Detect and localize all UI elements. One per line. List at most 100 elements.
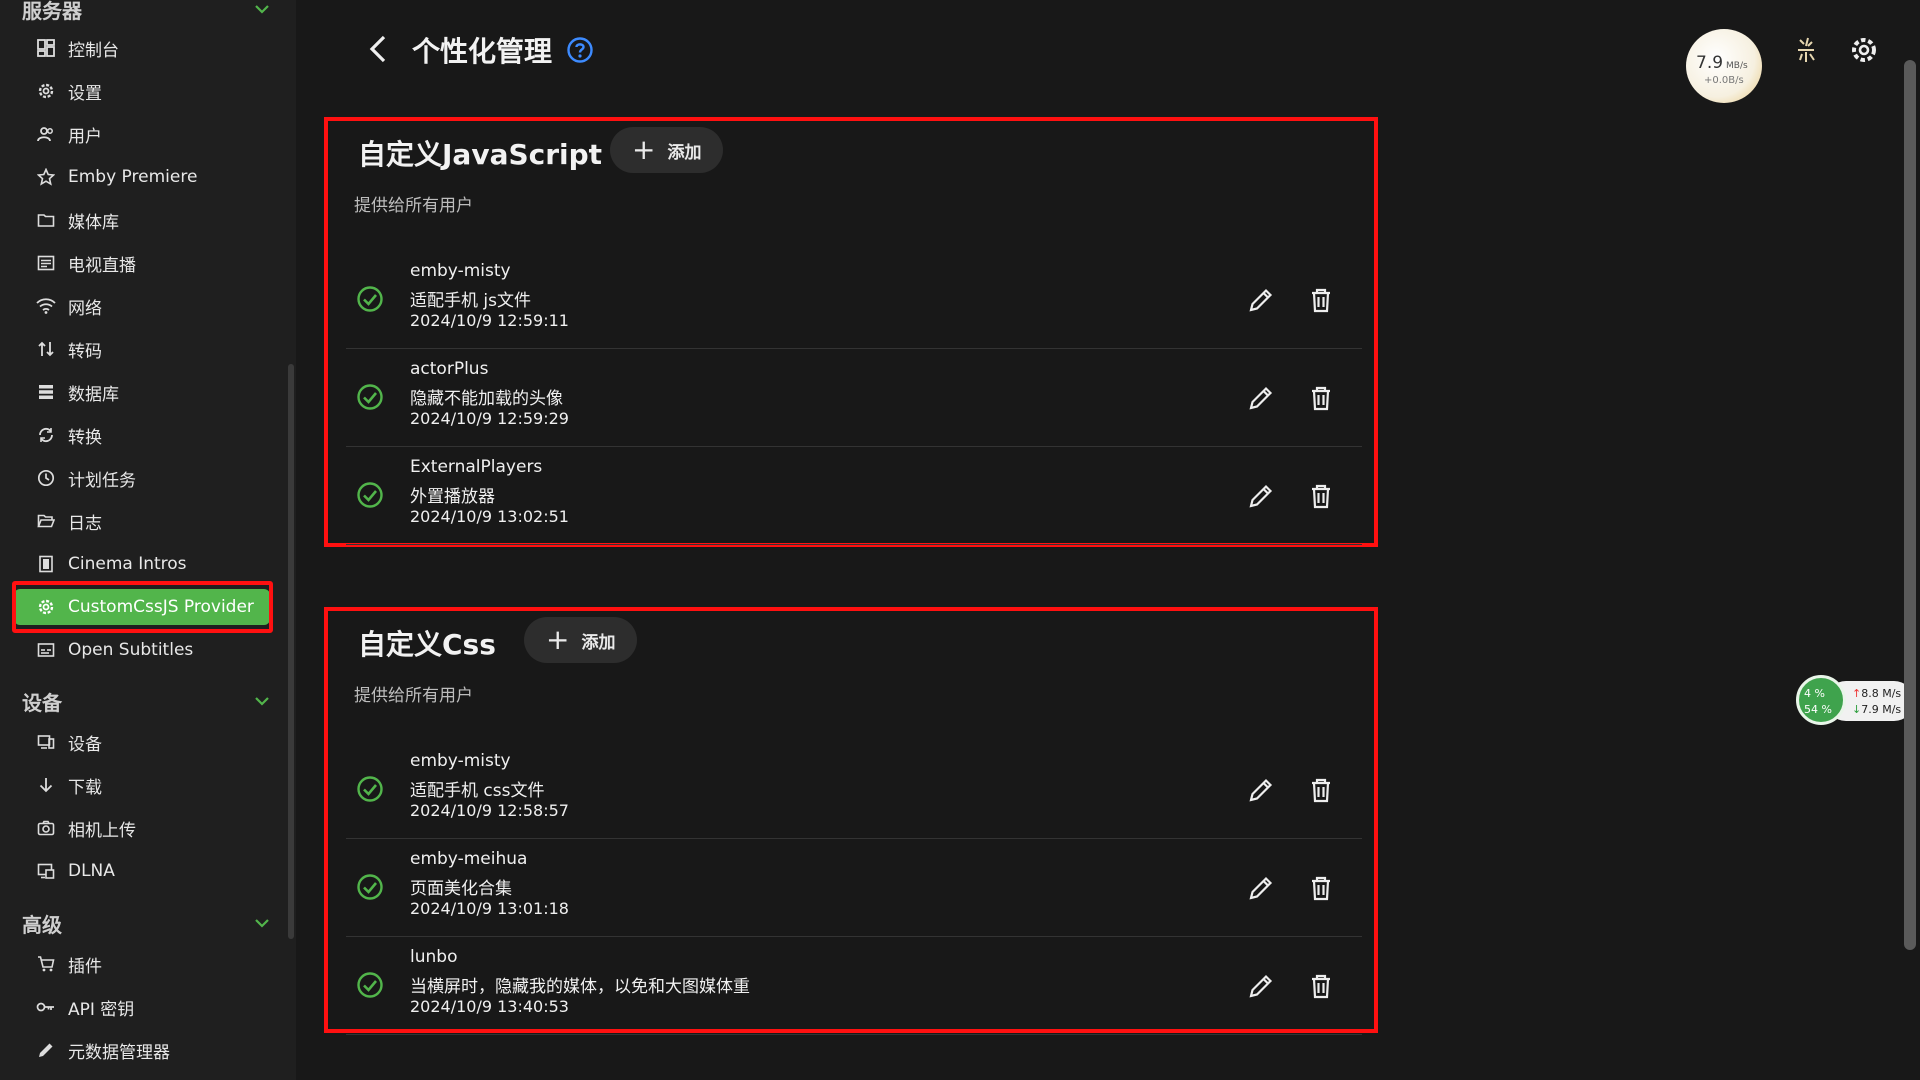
check-circle-icon[interactable] [356, 481, 384, 509]
sidebar-item-dlna[interactable]: DLNA [14, 853, 270, 889]
sidebar-item-camera-upload[interactable]: 相机上传 [14, 810, 270, 846]
check-circle-icon[interactable] [356, 285, 384, 313]
edit-pencil-icon[interactable] [1246, 481, 1276, 511]
sidebar-item-transcode[interactable]: 转码 [14, 331, 270, 367]
item-name: actorPlus [410, 359, 489, 379]
convert-icon [36, 425, 56, 445]
item-name: emby-meihua [410, 849, 528, 869]
sidebar-item-label: 数据库 [68, 384, 119, 405]
sidebar-item-label: 媒体库 [68, 212, 119, 233]
sidebar-item-library[interactable]: 媒体库 [14, 202, 270, 238]
item-description: 当横屏时，隐藏我的媒体，以免和大图媒体重 [410, 977, 750, 997]
chevron-down-icon [255, 5, 269, 14]
help-icon[interactable] [566, 36, 594, 64]
plus-icon: + [546, 623, 570, 656]
item-date: 2024/10/9 12:59:29 [410, 409, 569, 428]
sidebar-item-devices[interactable]: 设备 [14, 724, 270, 760]
item-name: emby-misty [410, 751, 511, 771]
edit-pencil-icon[interactable] [1246, 383, 1276, 413]
trash-icon[interactable] [1306, 873, 1336, 903]
download-speed: ↓7.9 M/s [1852, 703, 1901, 716]
sidebar-item-download[interactable]: 下载 [14, 767, 270, 803]
sidebar-item-plugins[interactable]: 插件 [14, 946, 270, 982]
devices-icon [36, 732, 56, 752]
check-circle-icon[interactable] [356, 873, 384, 901]
sidebar-item-live-tv[interactable]: 电视直播 [14, 245, 270, 281]
item-name: ExternalPlayers [410, 457, 543, 477]
arrow-down-icon: ↓ [1852, 703, 1862, 716]
sidebar-item-label: 设置 [68, 83, 102, 104]
sidebar-scrollbar[interactable] [288, 364, 294, 939]
chevron-down-icon [255, 697, 269, 706]
sidebar-item-users[interactable]: 用户 [14, 116, 270, 152]
sidebar-item-dashboard[interactable]: 控制台 [14, 30, 270, 66]
edit-pencil-icon[interactable] [1246, 873, 1276, 903]
add-button-label: 添加 [581, 632, 616, 653]
trash-icon[interactable] [1306, 971, 1336, 1001]
edit-pencil-icon[interactable] [1246, 971, 1276, 1001]
section-advanced[interactable]: 高级 [22, 908, 270, 938]
panel-custom-css: 自定义Css + 添加 提供给所有用户 emby-misty 适配手机 css文… [324, 607, 1378, 1035]
upload-speed: ↑8.8 M/s [1852, 687, 1901, 700]
item-description: 隐藏不能加载的头像 [410, 389, 563, 409]
add-javascript-button[interactable]: + 添加 [610, 127, 724, 173]
dlna-icon [36, 861, 56, 881]
sidebar-item-label: 网络 [68, 298, 102, 319]
sidebar-item-label: 电视直播 [68, 255, 136, 276]
sidebar-item-api-keys[interactable]: API 密钥 [14, 989, 270, 1025]
system-monitor-widget[interactable]: 4 % 54 % ↑8.8 M/s ↓7.9 M/s [1796, 673, 1914, 727]
sidebar-item-settings[interactable]: 设置 [14, 73, 270, 109]
check-circle-icon[interactable] [356, 383, 384, 411]
trash-icon[interactable] [1306, 383, 1336, 413]
speed-value: 7.9 [1696, 53, 1724, 73]
users-icon [36, 124, 56, 144]
usage-circle [1796, 675, 1846, 725]
sidebar-item-scheduled-tasks[interactable]: 计划任务 [14, 460, 270, 496]
sidebar-item-database[interactable]: 数据库 [14, 374, 270, 410]
panel-custom-javascript: 自定义JavaScript + 添加 提供给所有用户 emby-misty 适配… [324, 117, 1378, 547]
sidebar-item-label: 控制台 [68, 40, 119, 61]
sidebar-item-metadata-manager[interactable]: 元数据管理器 [14, 1032, 270, 1068]
gear-icon[interactable] [1848, 34, 1880, 66]
wifi-icon [36, 296, 56, 316]
key-icon [36, 997, 56, 1017]
trash-icon[interactable] [1306, 775, 1336, 805]
section-server[interactable]: 服务器 [22, 0, 270, 24]
sidebar-item-emby-premiere[interactable]: Emby Premiere [14, 159, 270, 195]
check-circle-icon[interactable] [356, 971, 384, 999]
page-title: 个性化管理 [412, 35, 553, 68]
network-speed-badge[interactable]: 7.9 MB/s +0.0B/s [1686, 29, 1762, 103]
section-title: 服务器 [22, 0, 82, 23]
plus-icon: + [632, 133, 656, 166]
sidebar: 服务器 控制台 设置 用户 Emby Premiere 媒体库 电视直播 网络 … [0, 0, 296, 1080]
sidebar-item-label: Cinema Intros [68, 554, 187, 574]
add-css-button[interactable]: + 添加 [524, 617, 638, 663]
section-devices[interactable]: 设备 [22, 686, 270, 716]
edit-pencil-icon[interactable] [1246, 775, 1276, 805]
sidebar-item-open-subtitles[interactable]: Open Subtitles [14, 632, 270, 668]
sidebar-item-label: 转换 [68, 427, 102, 448]
script-list: emby-misty 适配手机 js文件 2024/10/9 12:59:11 … [346, 251, 1362, 545]
sidebar-item-convert[interactable]: 转换 [14, 417, 270, 453]
sidebar-item-label: 计划任务 [68, 470, 136, 491]
edit-pencil-icon[interactable] [1246, 285, 1276, 315]
main-scrollbar[interactable] [1904, 60, 1916, 950]
sidebar-item-label: API 密钥 [68, 999, 135, 1020]
sidebar-item-label: 插件 [68, 956, 102, 977]
check-circle-icon[interactable] [356, 775, 384, 803]
download-icon [36, 775, 56, 795]
chevron-down-icon [255, 919, 269, 928]
item-description: 适配手机 js文件 [410, 291, 531, 311]
sidebar-item-label: 相机上传 [68, 820, 136, 841]
sidebar-item-cinema-intros[interactable]: Cinema Intros [14, 546, 270, 582]
sidebar-item-network[interactable]: 网络 [14, 288, 270, 324]
trash-icon[interactable] [1306, 285, 1336, 315]
back-arrow-icon[interactable] [364, 32, 394, 66]
sidebar-item-label: 转码 [68, 341, 102, 362]
user-avatar-icon[interactable] [1790, 34, 1822, 66]
speed-unit: MB/s [1726, 61, 1748, 71]
trash-icon[interactable] [1306, 481, 1336, 511]
sidebar-item-logs[interactable]: 日志 [14, 503, 270, 539]
tv-guide-icon [36, 253, 56, 273]
list-item: emby-misty 适配手机 css文件 2024/10/9 12:58:57 [346, 741, 1362, 839]
